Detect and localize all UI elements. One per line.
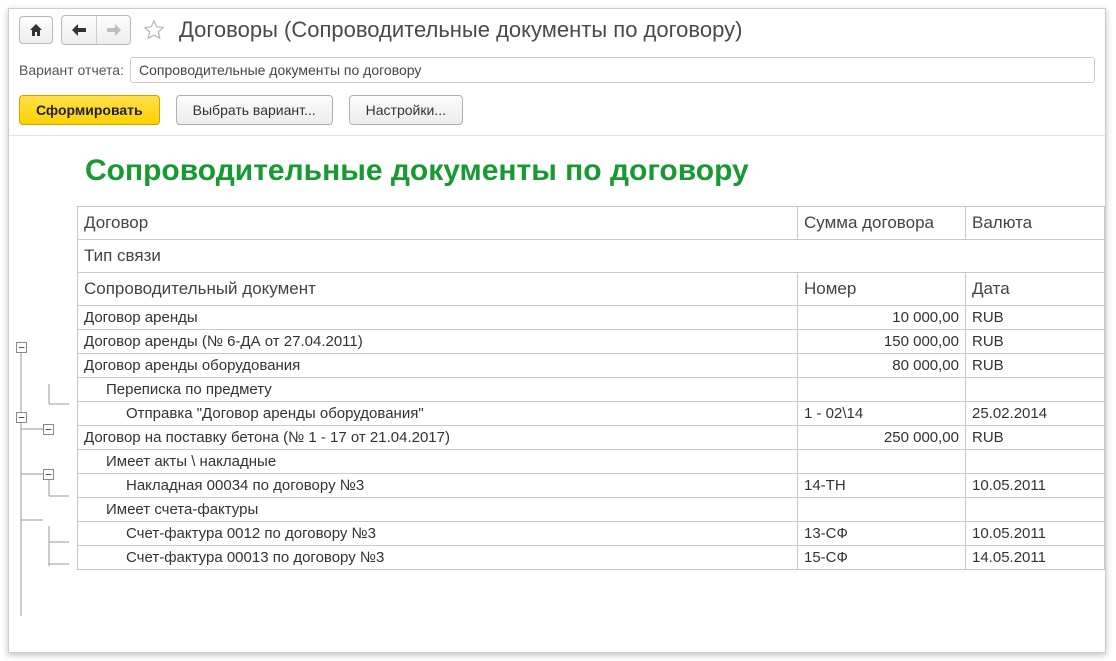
settings-button[interactable]: Настройки... <box>349 95 463 125</box>
cell-col3 <box>966 378 1105 402</box>
cell-col3: 25.02.2014 <box>966 402 1105 426</box>
table-row[interactable]: Переписка по предмету <box>78 378 1105 402</box>
toolbar: Сформировать Выбрать вариант... Настройк… <box>9 91 1105 135</box>
home-button[interactable] <box>19 16 53 44</box>
variant-label: Вариант отчета: <box>19 62 124 78</box>
choose-variant-button[interactable]: Выбрать вариант... <box>176 95 333 125</box>
cell-col2 <box>798 498 966 522</box>
report-title: Сопроводительные документы по договору <box>77 136 1105 206</box>
table-row[interactable]: Имеет акты \ накладные <box>78 450 1105 474</box>
cell-col3: 10.05.2011 <box>966 474 1105 498</box>
cell-col3: RUB <box>966 330 1105 354</box>
cell-name: Имеет счета-фактуры <box>78 498 798 522</box>
tree-lines <box>9 136 77 636</box>
cell-col2: 10 000,00 <box>798 306 966 330</box>
hdr-contract: Договор <box>78 207 798 240</box>
hdr-accompanying: Сопроводительный документ <box>78 273 798 306</box>
cell-col3: RUB <box>966 426 1105 450</box>
cell-name: Накладная 00034 по договору №3 <box>78 474 798 498</box>
cell-col2: 150 000,00 <box>798 330 966 354</box>
forward-button[interactable] <box>96 16 130 44</box>
cell-name: Договор аренды (№ 6-ДА от 27.04.2011) <box>78 330 798 354</box>
variant-input[interactable] <box>130 57 1095 83</box>
arrow-right-icon <box>105 23 123 37</box>
table-row[interactable]: Отправка "Договор аренды оборудования"1 … <box>78 402 1105 426</box>
table-row[interactable]: Договор аренды10 000,00RUB <box>78 306 1105 330</box>
header-row-3: Сопроводительный документ Номер Дата <box>78 273 1105 306</box>
table-row[interactable]: Договор аренды оборудования80 000,00RUB <box>78 354 1105 378</box>
cell-col3 <box>966 498 1105 522</box>
cell-col2: 14-ТН <box>798 474 966 498</box>
hdr-date: Дата <box>966 273 1105 306</box>
expander-group-scheta[interactable]: − <box>43 469 54 480</box>
expander-contract-3[interactable]: − <box>16 342 27 353</box>
hdr-sum: Сумма договора <box>798 207 966 240</box>
cell-col3: 10.05.2011 <box>966 522 1105 546</box>
expander-group-akty[interactable]: − <box>43 424 54 435</box>
star-icon <box>143 19 165 41</box>
back-button[interactable] <box>62 16 96 44</box>
hdr-currency: Валюта <box>966 207 1105 240</box>
expander-contract-4[interactable]: − <box>16 412 27 423</box>
report-window: Договоры (Сопроводительные документы по … <box>8 8 1106 653</box>
table-row[interactable]: Накладная 00034 по договору №314-ТН10.05… <box>78 474 1105 498</box>
table-row[interactable]: Договор аренды (№ 6-ДА от 27.04.2011)150… <box>78 330 1105 354</box>
arrow-left-icon <box>70 23 88 37</box>
report-area: − − − − Сопроводительные документы по до… <box>9 135 1105 643</box>
tree-gutter: − − − − <box>9 136 77 643</box>
report-body: Сопроводительные документы по договору Д… <box>77 136 1105 643</box>
cell-col3: 14.05.2011 <box>966 546 1105 570</box>
cell-col2: 13-СФ <box>798 522 966 546</box>
titlebar: Договоры (Сопроводительные документы по … <box>9 9 1105 53</box>
cell-col2: 1 - 02\14 <box>798 402 966 426</box>
table-row[interactable]: Счет-фактура 0012 по договору №313-СФ10.… <box>78 522 1105 546</box>
cell-col2 <box>798 378 966 402</box>
cell-name: Договор на поставку бетона (№ 1 - 17 от … <box>78 426 798 450</box>
cell-col2: 15-СФ <box>798 546 966 570</box>
cell-col2: 250 000,00 <box>798 426 966 450</box>
cell-name: Счет-фактура 0012 по договору №3 <box>78 522 798 546</box>
table-row[interactable]: Имеет счета-фактуры <box>78 498 1105 522</box>
report-table: Договор Сумма договора Валюта Тип связи … <box>77 206 1105 570</box>
favorite-button[interactable] <box>143 19 165 41</box>
run-report-button[interactable]: Сформировать <box>19 95 160 125</box>
cell-col3 <box>966 450 1105 474</box>
cell-name: Отправка "Договор аренды оборудования" <box>78 402 798 426</box>
cell-name: Переписка по предмету <box>78 378 798 402</box>
hdr-link-type: Тип связи <box>78 240 1105 273</box>
cell-col3: RUB <box>966 306 1105 330</box>
cell-name: Договор аренды <box>78 306 798 330</box>
table-row[interactable]: Счет-фактура 00013 по договору №315-СФ14… <box>78 546 1105 570</box>
cell-col2: 80 000,00 <box>798 354 966 378</box>
cell-col2 <box>798 450 966 474</box>
cell-col3: RUB <box>966 354 1105 378</box>
variant-row: Вариант отчета: <box>9 53 1105 91</box>
page-title: Договоры (Сопроводительные документы по … <box>179 17 742 43</box>
header-row-2: Тип связи <box>78 240 1105 273</box>
table-row[interactable]: Договор на поставку бетона (№ 1 - 17 от … <box>78 426 1105 450</box>
hdr-number: Номер <box>798 273 966 306</box>
home-icon <box>28 22 44 38</box>
cell-name: Счет-фактура 00013 по договору №3 <box>78 546 798 570</box>
cell-name: Договор аренды оборудования <box>78 354 798 378</box>
nav-back-forward <box>61 15 131 45</box>
cell-name: Имеет акты \ накладные <box>78 450 798 474</box>
header-row-1: Договор Сумма договора Валюта <box>78 207 1105 240</box>
